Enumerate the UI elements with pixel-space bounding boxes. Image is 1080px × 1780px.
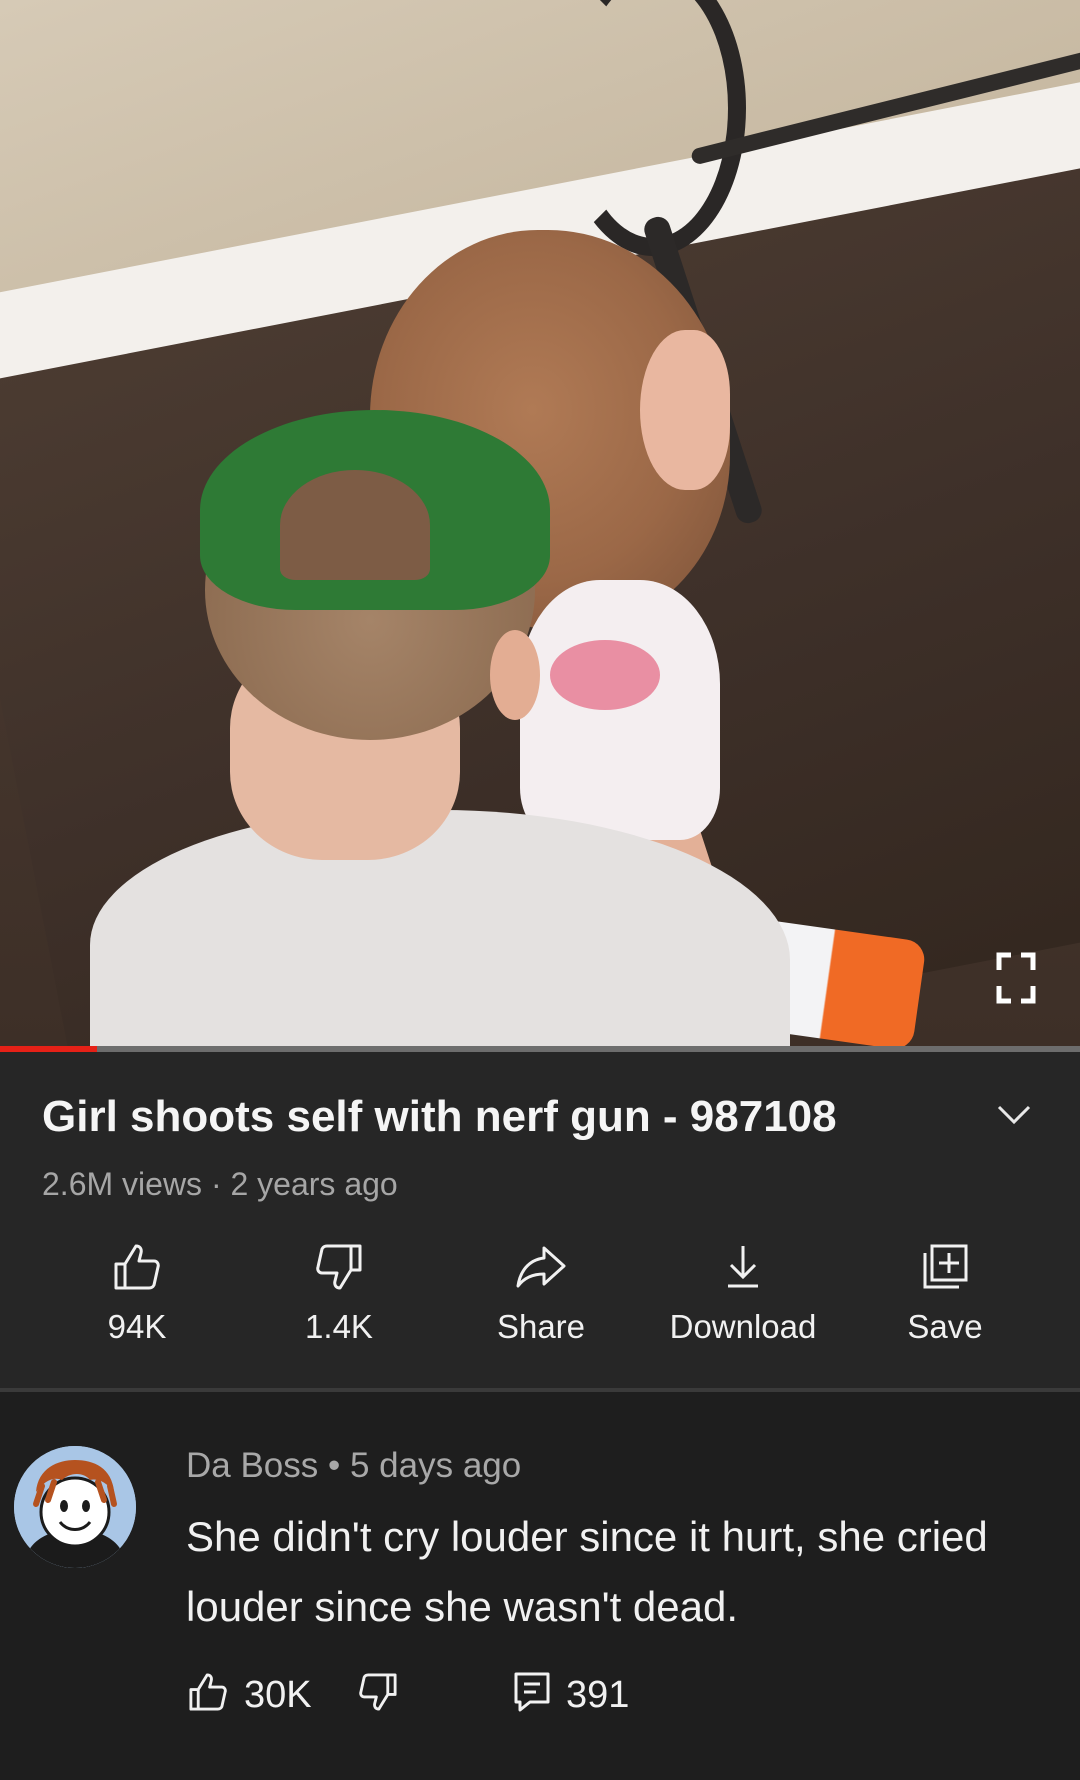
save-button[interactable]: Save [844, 1240, 1046, 1360]
chevron-down-icon[interactable] [996, 1104, 1032, 1126]
avatar[interactable] [14, 1446, 136, 1568]
avatar-image [14, 1446, 136, 1568]
top-comment[interactable]: Da Boss • 5 days ago She didn't cry loud… [0, 1392, 1080, 1780]
video-player[interactable] [0, 0, 1080, 1046]
download-label: Download [669, 1308, 817, 1345]
meta-separator: · [202, 1166, 231, 1202]
comment-text: She didn't cry louder since it hurt, she… [186, 1513, 988, 1630]
fullscreen-icon[interactable] [996, 952, 1036, 1004]
dislike-count: 1.4K [305, 1308, 373, 1345]
comment-meta-separator: • [318, 1446, 350, 1485]
thumbs-up-icon[interactable] [186, 1670, 230, 1714]
video-info-panel: Girl shoots self with nerf gun - 987108 … [0, 1052, 1080, 1388]
like-button[interactable]: 94K [36, 1240, 238, 1360]
thumbs-down-icon [316, 1244, 362, 1290]
share-label: Share [496, 1308, 586, 1345]
video-frame-boy-ear [490, 630, 540, 720]
dislike-button[interactable]: 1.4K [238, 1240, 440, 1360]
upload-age: 2 years ago [230, 1166, 398, 1202]
download-button[interactable]: Download [642, 1240, 844, 1360]
download-icon [728, 1246, 758, 1288]
save-to-playlist-icon [923, 1244, 968, 1289]
video-meta[interactable]: 2.6M views · 2 years ago [42, 1166, 398, 1203]
like-count: 94K [107, 1308, 167, 1345]
save-label: Save [907, 1308, 983, 1345]
action-bar: 94K 1.4K Share Download Save [0, 1240, 1080, 1360]
video-frame-boy-cap [200, 410, 550, 610]
video-frame-girl-shirt [520, 580, 720, 840]
comment-author[interactable]: Da Boss [186, 1446, 318, 1485]
thumbs-down-icon[interactable] [356, 1670, 400, 1714]
video-title[interactable]: Girl shoots self with nerf gun - 987108 [42, 1092, 942, 1142]
thumbs-up-icon [114, 1244, 160, 1290]
video-frame-girl-face [640, 330, 730, 490]
comment-meta: Da Boss • 5 days ago [186, 1446, 521, 1486]
comment-age: 5 days ago [349, 1446, 522, 1485]
share-arrow-icon [516, 1246, 566, 1288]
comment-reply-count[interactable]: 391 [566, 1674, 629, 1717]
view-count: 2.6M views [42, 1166, 203, 1202]
reply-icon[interactable] [512, 1670, 552, 1714]
comment-action-bar: 30K 391 [186, 1670, 1046, 1724]
comment-like-count: 30K [244, 1674, 312, 1716]
share-button[interactable]: Share [440, 1240, 642, 1360]
